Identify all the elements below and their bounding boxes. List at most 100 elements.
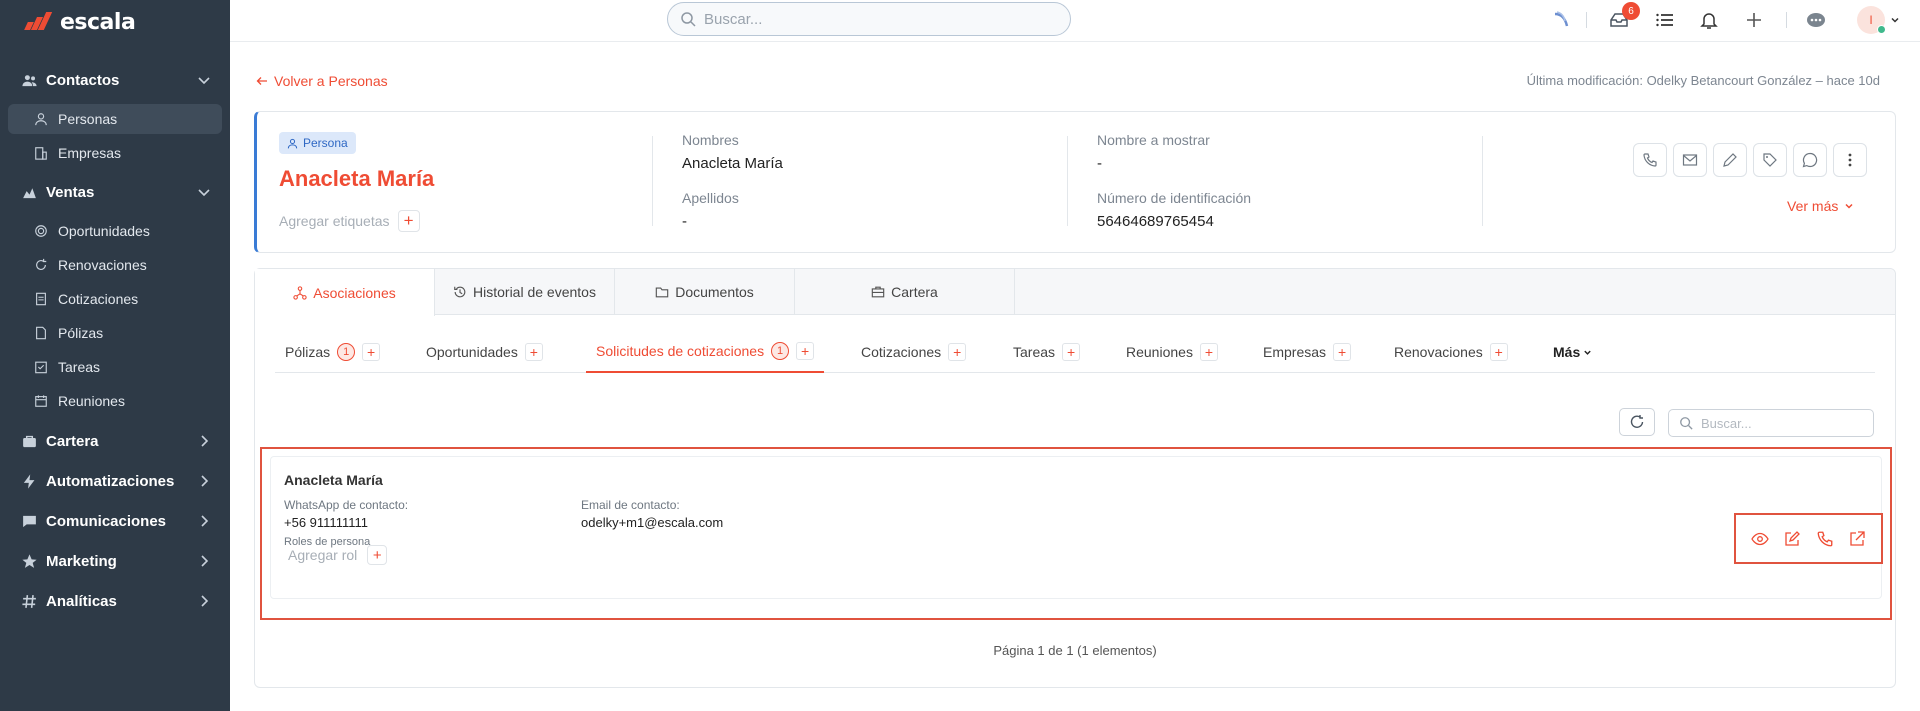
refresh-button[interactable] <box>1619 408 1655 436</box>
eye-icon <box>1751 532 1769 545</box>
add-solicitud-button[interactable]: + <box>796 342 815 360</box>
sidebar: escala Contactos Personas Empresas Venta… <box>0 0 230 711</box>
list-search-input[interactable] <box>1701 415 1861 431</box>
subtab-oportunidades[interactable]: Oportunidades + <box>426 331 543 373</box>
nombres-label: Nombres <box>682 132 739 148</box>
sidebar-item-polizas[interactable]: Pólizas <box>8 318 222 348</box>
divider <box>1067 136 1068 226</box>
add-tag-button[interactable]: + <box>397 210 420 232</box>
count-badge: 1 <box>771 342 790 360</box>
bolt-icon <box>20 472 38 490</box>
add-role-button[interactable]: + <box>367 545 388 565</box>
subtab-label: Pólizas <box>285 344 331 360</box>
edit-button[interactable] <box>1713 143 1747 177</box>
target-icon <box>34 224 48 238</box>
sidebar-item-label: Cotizaciones <box>58 291 139 307</box>
sidebar-item-renovaciones[interactable]: Renovaciones <box>8 250 222 280</box>
subtab-reuniones[interactable]: Reuniones + <box>1126 331 1218 373</box>
record-name[interactable]: Anacleta María <box>284 472 383 488</box>
kebab-menu-icon <box>1848 153 1852 167</box>
global-search[interactable] <box>667 2 1071 36</box>
sidebar-item-label: Empresas <box>58 145 122 161</box>
add-empresa-button[interactable]: + <box>1333 343 1352 361</box>
chevron-down-icon[interactable] <box>1890 15 1900 25</box>
display-name-value: - <box>1097 155 1102 172</box>
sidebar-section-automatizaciones[interactable]: Automatizaciones <box>0 464 230 498</box>
tag-button[interactable] <box>1753 143 1787 177</box>
view-button[interactable] <box>1749 528 1771 550</box>
add-tags: Agregar etiquetas + <box>279 210 420 232</box>
call-record-button[interactable] <box>1814 528 1836 550</box>
sidebar-item-empresas[interactable]: Empresas <box>8 138 222 168</box>
id-number-value: 56464689765454 <box>1097 213 1214 230</box>
sidebar-item-cotizaciones[interactable]: Cotizaciones <box>8 284 222 314</box>
sidebar-item-oportunidades[interactable]: Oportunidades <box>8 216 222 246</box>
brand-name: escala <box>60 9 136 35</box>
tab-label: Cartera <box>891 284 938 300</box>
email-label: Email de contacto: <box>581 498 680 512</box>
add-tarea-button[interactable]: + <box>1062 343 1081 361</box>
ver-mas-button[interactable]: Ver más <box>1787 198 1854 214</box>
subtab-empresas[interactable]: Empresas + <box>1263 331 1352 373</box>
tab-asociaciones[interactable]: Asociaciones <box>255 269 435 316</box>
subtab-label: Renovaciones <box>1394 344 1483 360</box>
sidebar-item-reuniones[interactable]: Reuniones <box>8 386 222 416</box>
call-button[interactable] <box>1633 143 1667 177</box>
ventas-icon <box>20 183 38 201</box>
persona-badge-label: Persona <box>303 136 348 150</box>
open-external-button[interactable] <box>1846 528 1868 550</box>
sidebar-section-marketing[interactable]: Marketing <box>0 544 230 578</box>
subtab-polizas[interactable]: Pólizas 1 + <box>285 331 381 373</box>
subtab-tareas[interactable]: Tareas + <box>1013 331 1081 373</box>
add-oportunidad-button[interactable]: + <box>524 343 543 361</box>
tab-historial-de-eventos[interactable]: Historial de eventos <box>435 269 615 315</box>
sidebar-section-analiticas[interactable]: Analíticas <box>0 584 230 618</box>
whatsapp-value: +56 911111111 <box>284 515 368 530</box>
chevron-down-icon <box>198 189 210 197</box>
associations-card: Asociaciones Historial de eventos Docume… <box>254 268 1896 688</box>
refresh-icon <box>34 258 48 272</box>
add-cotizacion-button[interactable]: + <box>948 343 967 361</box>
add-reunion-button[interactable]: + <box>1199 343 1218 361</box>
support-button[interactable] <box>1803 8 1829 32</box>
back-to-personas-link[interactable]: Volver a Personas <box>256 73 388 89</box>
subtab-cotizaciones[interactable]: Cotizaciones + <box>861 331 967 373</box>
integration-icon[interactable] <box>1548 8 1574 32</box>
subtab-renovaciones[interactable]: Renovaciones + <box>1394 331 1508 373</box>
email-value: odelky+m1@escala.com <box>581 515 724 530</box>
sidebar-item-personas[interactable]: Personas <box>8 104 222 134</box>
display-name-label: Nombre a mostrar <box>1097 132 1210 148</box>
more-options-button[interactable] <box>1833 143 1867 177</box>
sidebar-section-ventas[interactable]: Ventas <box>0 175 230 209</box>
pencil-icon <box>1723 153 1737 167</box>
subtab-solicitudes-de-cotizaciones[interactable]: Solicitudes de cotizaciones 1 + <box>586 331 825 373</box>
sidebar-item-tareas[interactable]: Tareas <box>8 352 222 382</box>
tab-documentos[interactable]: Documentos <box>615 269 795 315</box>
global-search-input[interactable] <box>704 10 1044 28</box>
subtab-label: Solicitudes de cotizaciones <box>596 343 765 359</box>
edit-record-button[interactable] <box>1781 528 1803 550</box>
notifications-button[interactable]: 6 <box>1606 2 1640 32</box>
whatsapp-button[interactable] <box>1793 143 1827 177</box>
subtab-mas[interactable]: Más <box>1553 331 1592 373</box>
sidebar-section-label: Automatizaciones <box>46 472 175 490</box>
sidebar-section-comunicaciones[interactable]: Comunicaciones <box>0 504 230 538</box>
avatar[interactable]: I <box>1857 6 1886 34</box>
list-search[interactable] <box>1668 409 1874 437</box>
sidebar-section-cartera[interactable]: Cartera <box>0 424 230 458</box>
bell-button[interactable] <box>1696 8 1722 32</box>
add-role: Agregar rol + <box>288 545 388 565</box>
tab-cartera[interactable]: Cartera <box>795 269 1015 315</box>
brand-logo[interactable]: escala <box>24 8 136 36</box>
add-button[interactable] <box>1741 8 1767 32</box>
tabs-bar: Asociaciones Historial de eventos Docume… <box>255 269 1895 316</box>
search-icon <box>1680 417 1693 430</box>
email-button[interactable] <box>1673 143 1707 177</box>
sidebar-section-contactos[interactable]: Contactos <box>0 63 230 97</box>
support-chat-icon <box>1807 13 1825 27</box>
add-poliza-button[interactable]: + <box>362 343 381 361</box>
sidebar-item-label: Personas <box>58 111 118 127</box>
list-view-button[interactable] <box>1652 8 1678 32</box>
add-renovacion-button[interactable]: + <box>1489 343 1508 361</box>
briefcase-icon <box>871 286 885 298</box>
